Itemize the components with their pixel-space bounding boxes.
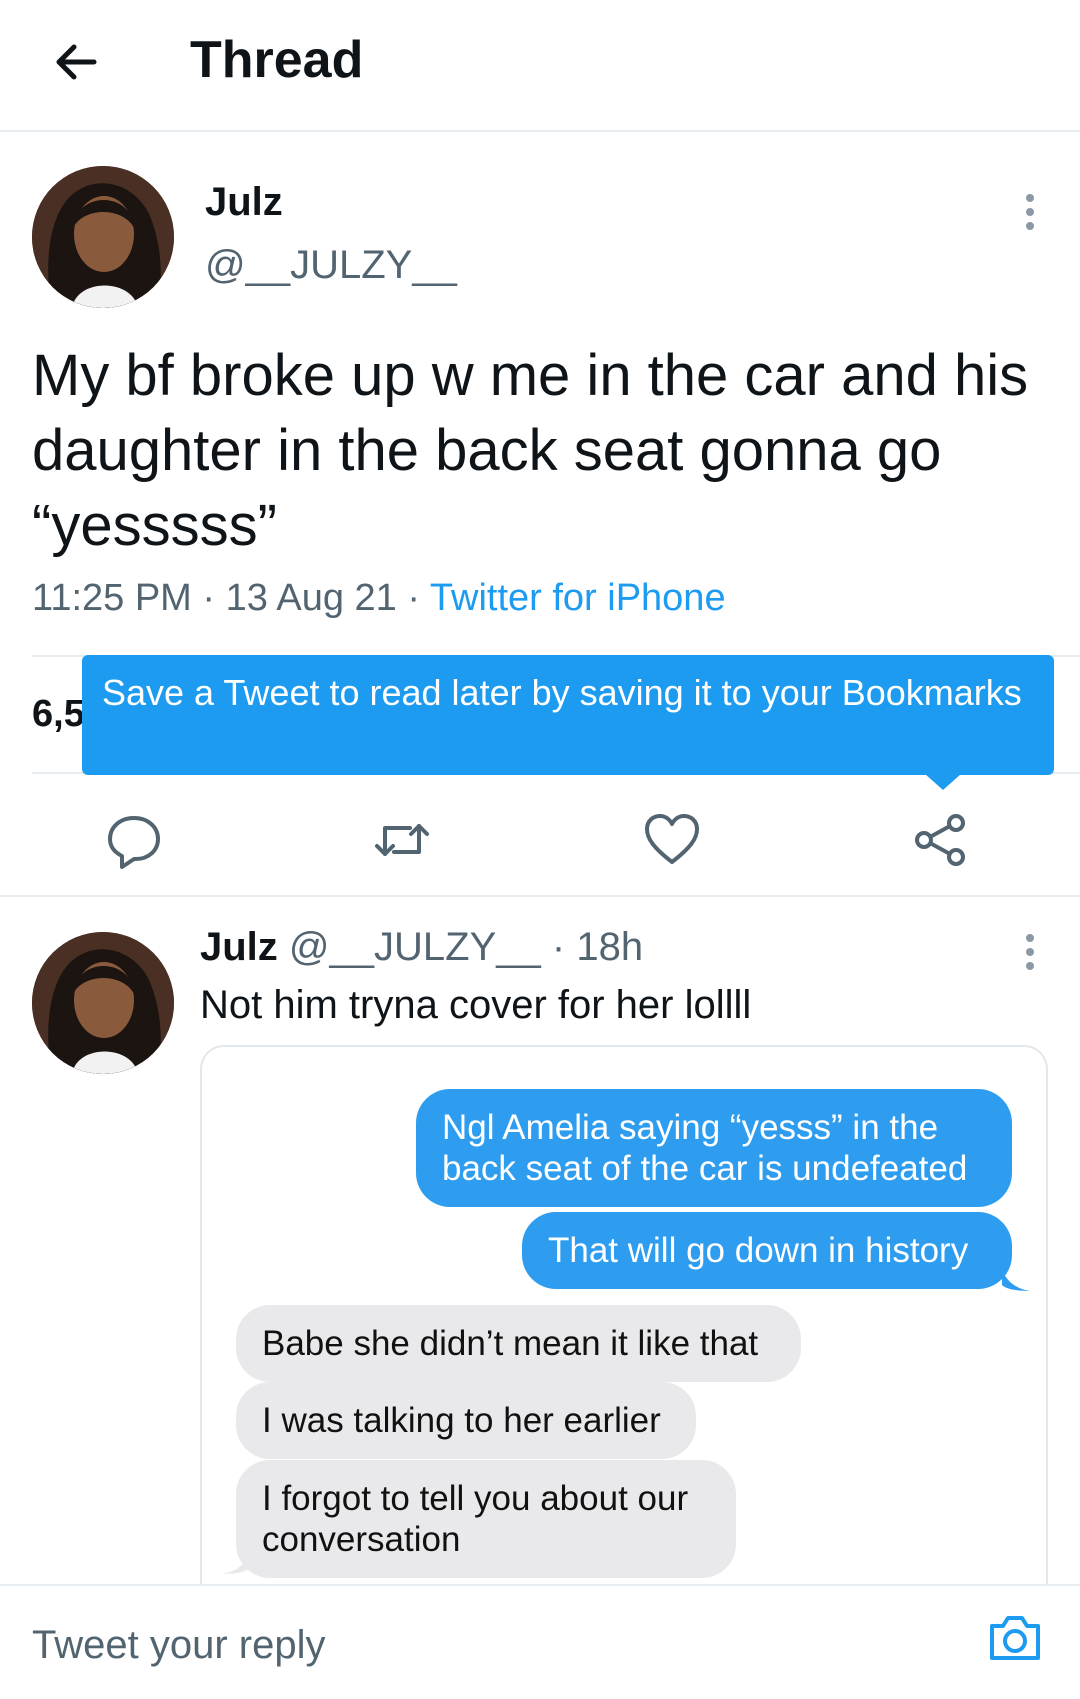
message-bubble-received: I forgot to tell you about our conversat… [236,1460,736,1578]
message-bubble-sent: That will go down in history [522,1212,1012,1289]
bubble-tail [1002,1269,1030,1291]
meta-separator: · [202,577,226,619]
more-options-icon[interactable] [1020,190,1040,240]
divider [0,895,1080,897]
tweet-time: 11:25 PM [32,577,192,619]
bookmarks-tooltip[interactable]: Save a Tweet to read later by saving it … [82,655,1054,775]
author-handle[interactable]: @__JULZY__ [205,243,457,288]
top-bar: Thread [0,0,1080,132]
page-title: Thread [190,31,364,89]
reply-author-name[interactable]: Julz [200,925,278,969]
more-options-icon[interactable] [1020,930,1040,980]
tweet-date: 13 Aug 21 [225,577,397,619]
reply-composer: Tweet your reply [0,1584,1080,1699]
reply-text: Not him tryna cover for her lollll [200,983,752,1027]
reply-input[interactable]: Tweet your reply [32,1623,325,1668]
avatar[interactable] [32,932,174,1074]
avatar[interactable] [32,166,174,308]
tweet-text: My bf broke up w me in the car and his d… [32,343,1029,558]
arrow-left-icon[interactable] [46,32,106,92]
retweet-icon[interactable] [372,810,432,870]
message-bubble-sent: Ngl Amelia saying “yesss” in the back se… [416,1089,1012,1207]
tweet-meta: 11:25 PM · 13 Aug 21 · Twitter for iPhon… [32,577,726,620]
bubble-tail [222,1552,250,1574]
camera-icon[interactable] [985,1608,1045,1668]
message-bubble-received: Babe she didn’t mean it like that [236,1305,801,1382]
meta-separator: · [407,577,430,619]
message-bubble-received: I was talking to her earlier [236,1382,696,1459]
like-icon[interactable] [642,810,702,870]
reply-time: 18h [576,925,644,969]
tweet-source-link[interactable]: Twitter for iPhone [430,577,726,619]
attached-image[interactable]: Ngl Amelia saying “yesss” in the back se… [200,1045,1048,1585]
tooltip-arrow [925,774,961,790]
stats-count[interactable]: 6,5 [32,693,85,736]
reply-author-handle[interactable]: @__JULZY__ [289,925,541,969]
author-name[interactable]: Julz [205,180,283,225]
reply-icon[interactable] [104,810,164,870]
reply-header: Julz @__JULZY__ · 18h [200,925,643,970]
share-icon[interactable] [910,810,970,870]
meta-separator: · [551,925,577,969]
